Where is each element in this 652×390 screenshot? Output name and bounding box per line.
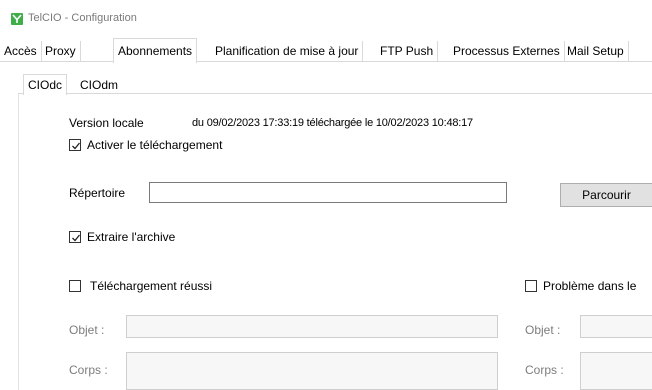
extract-archive-checkbox[interactable] (69, 231, 81, 243)
problem-label: Problème dans le (543, 279, 637, 293)
tab-planification[interactable]: Planification de mise à jour (211, 41, 364, 62)
tab-ftp-push[interactable]: FTP Push (376, 41, 439, 62)
abonnements-panel: CIOdc CIOdm Version locale du 09/02/2023… (0, 62, 652, 390)
success-subject-label: Objet : (69, 323, 105, 337)
title-bar: TelCIO - Configuration (0, 0, 652, 38)
extract-archive-label: Extraire l'archive (87, 230, 176, 244)
main-tab-bar: Accès Proxy Abonnements Planification de… (0, 38, 652, 63)
version-label: Version locale (69, 116, 144, 130)
problem-checkbox[interactable] (525, 280, 537, 292)
window-title: TelCIO - Configuration (28, 12, 137, 24)
tab-proxy[interactable]: Proxy (41, 41, 81, 62)
version-value: du 09/02/2023 17:33:19 téléchargée le 10… (192, 117, 473, 129)
problem-body-input[interactable] (580, 352, 652, 390)
subtab-ciodc[interactable]: CIOdc (23, 74, 68, 95)
success-body-label: Corps : (69, 363, 108, 377)
problem-subject-label: Objet : (525, 323, 561, 337)
success-body-input[interactable] (126, 352, 498, 390)
problem-body-label: Corps : (525, 363, 564, 377)
tab-processus-externes[interactable]: Processus Externes (449, 41, 565, 62)
problem-subject-input[interactable] (580, 315, 652, 338)
enable-download-label: Activer le téléchargement (87, 138, 223, 152)
telcio-app-icon (11, 13, 23, 25)
enable-download-checkbox[interactable] (69, 139, 81, 151)
tab-mail-setup[interactable]: Mail Setup (563, 41, 629, 62)
success-label: Téléchargement réussi (90, 279, 213, 293)
directory-label: Répertoire (69, 186, 126, 200)
browse-button[interactable]: Parcourir (560, 183, 652, 207)
subtab-ciodm[interactable]: CIOdm (76, 77, 122, 95)
tab-abonnements[interactable]: Abonnements (113, 38, 198, 63)
subscription-tab-bar: CIOdc CIOdm (18, 74, 652, 95)
tab-acces[interactable]: Accès (0, 41, 42, 62)
success-subject-input[interactable] (126, 315, 498, 338)
success-checkbox[interactable] (69, 280, 81, 292)
directory-input[interactable] (149, 182, 507, 203)
ciodc-content: Version locale du 09/02/2023 17:33:19 té… (18, 94, 652, 390)
